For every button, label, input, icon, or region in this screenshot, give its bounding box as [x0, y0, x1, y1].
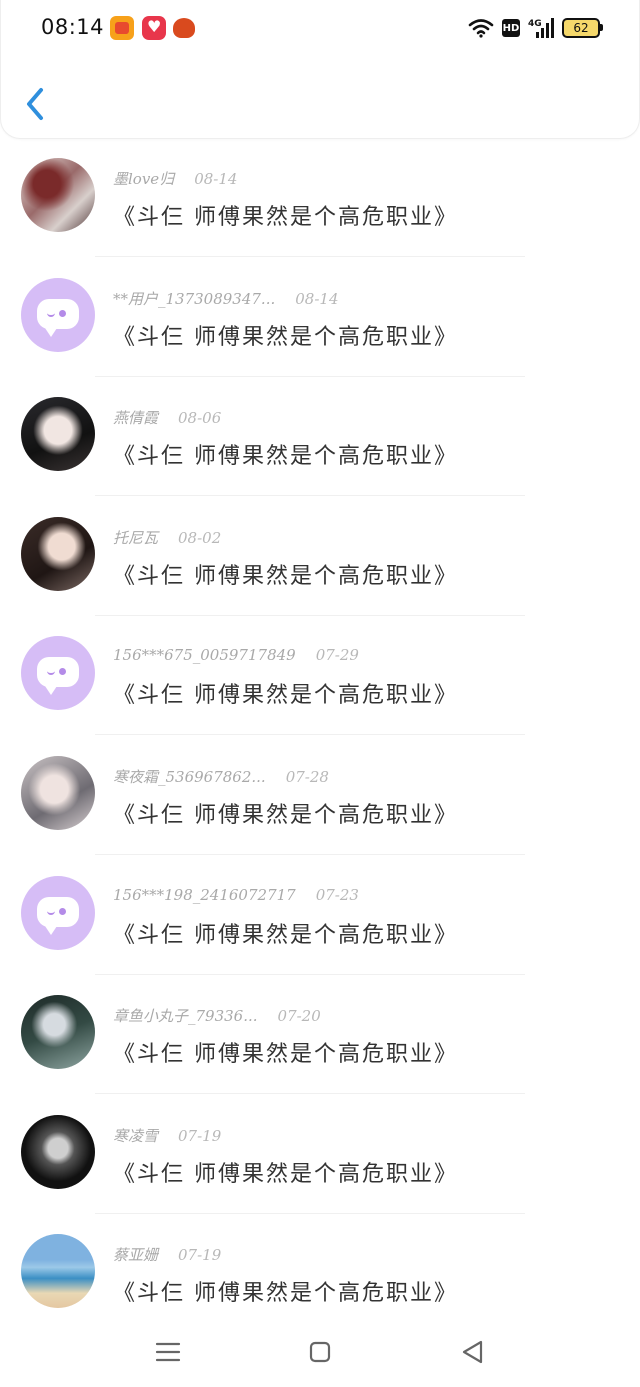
username: 156***675_0059717849	[113, 646, 296, 665]
list-item[interactable]: 托尼瓦 08-02 《斗仨 师傅果然是个高危职业》	[0, 500, 640, 620]
chevron-left-icon	[27, 88, 43, 120]
avatar[interactable]	[21, 1114, 95, 1189]
default-avatar-icon	[37, 657, 79, 696]
avatar[interactable]	[21, 875, 95, 950]
triangle-back-icon	[462, 1340, 483, 1364]
comment-date: 08-06	[178, 409, 222, 428]
default-avatar-mouth	[47, 311, 55, 317]
username: 托尼瓦	[113, 528, 159, 547]
comment-text: 《斗仨 师傅果然是个高危职业》	[113, 922, 458, 948]
comment-date: 07-19	[178, 1126, 222, 1145]
divider	[95, 734, 525, 736]
recent-apps-button[interactable]	[150, 1334, 186, 1370]
divider	[95, 1093, 525, 1095]
comment-text: 《斗仨 师傅果然是个高危职业》	[113, 444, 458, 470]
system-back-button[interactable]	[455, 1334, 491, 1370]
list-item[interactable]: 156***198_2416072717 07-23 《斗仨 师傅果然是个高危职业…	[0, 859, 640, 979]
status-bar: 08:14 HD 4G 62	[0, 0, 640, 56]
status-indicators: HD 4G 62	[468, 14, 603, 42]
avatar[interactable]	[21, 158, 95, 232]
comment-date: 07-20	[277, 1007, 321, 1026]
battery-icon: 62	[562, 18, 603, 38]
app-notification-icon	[110, 16, 134, 40]
comment-date: 08-14	[295, 289, 339, 308]
comment-date: 08-14	[194, 170, 238, 188]
comment-text: 《斗仨 师傅果然是个高危职业》	[113, 802, 458, 828]
comment-text: 《斗仨 师傅果然是个高危职业》	[113, 1161, 458, 1187]
signal-label: 4G	[528, 19, 542, 29]
square-icon	[309, 1341, 331, 1363]
comment-date: 08-02	[178, 528, 222, 547]
divider	[95, 375, 525, 377]
wifi-icon	[468, 19, 494, 38]
avatar[interactable]	[21, 1234, 95, 1309]
avatar[interactable]	[21, 397, 95, 472]
app-notification-icon	[142, 16, 166, 40]
avatar[interactable]	[21, 277, 95, 352]
default-avatar-mouth	[47, 909, 55, 915]
comment-text: 《斗仨 师傅果然是个高危职业》	[113, 205, 458, 230]
avatar[interactable]	[21, 995, 95, 1070]
username: 章鱼小丸子_79336...	[113, 1007, 258, 1026]
comment-text: 《斗仨 师傅果然是个高危职业》	[113, 563, 458, 589]
divider	[95, 853, 525, 855]
comment-list: 墨love归 08-14 《斗仨 师傅果然是个高危职业》 **用户_1373089…	[0, 141, 640, 1337]
home-button[interactable]	[302, 1334, 338, 1370]
menu-icon	[155, 1342, 181, 1362]
username: 蔡亚姗	[113, 1246, 159, 1265]
divider	[95, 1212, 525, 1214]
hd-badge: HD	[502, 19, 520, 37]
status-time: 08:14	[41, 15, 105, 39]
system-nav-bar	[0, 1318, 640, 1387]
list-item[interactable]: 章鱼小丸子_79336... 07-20 《斗仨 师傅果然是个高危职业》	[0, 978, 640, 1098]
list-item[interactable]: 燕倩霞 08-06 《斗仨 师傅果然是个高危职业》	[0, 380, 640, 500]
username: 寒夜霜_536967862...	[113, 767, 266, 786]
avatar[interactable]	[21, 636, 95, 711]
divider	[95, 614, 525, 616]
list-item[interactable]: 墨love归 08-14 《斗仨 师傅果然是个高危职业》	[0, 141, 640, 261]
app-notification-icon	[173, 18, 195, 38]
comment-text: 《斗仨 师傅果然是个高危职业》	[113, 1281, 458, 1307]
comment-text: 《斗仨 师傅果然是个高危职业》	[113, 324, 458, 350]
default-avatar-icon	[37, 896, 79, 935]
list-item[interactable]: 156***675_0059717849 07-29 《斗仨 师傅果然是个高危职业…	[0, 619, 640, 739]
battery-level: 62	[573, 21, 589, 35]
comment-date: 07-28	[285, 767, 329, 786]
divider	[95, 973, 525, 975]
list-item[interactable]: 寒夜霜_536967862... 07-28 《斗仨 师傅果然是个高危职业》	[0, 739, 640, 859]
comment-text: 《斗仨 师傅果然是个高危职业》	[113, 683, 458, 709]
default-avatar-icon	[37, 298, 79, 337]
divider	[95, 495, 525, 497]
username: 156***198_2416072717	[113, 885, 296, 904]
comment-date: 07-19	[178, 1246, 222, 1265]
list-item[interactable]: 寒凌雪 07-19 《斗仨 师傅果然是个高危职业》	[0, 1098, 640, 1218]
cellular-signal-icon: 4G	[528, 18, 554, 38]
username: 墨love归	[113, 170, 175, 188]
comment-date: 07-23	[315, 885, 359, 904]
avatar[interactable]	[21, 755, 95, 830]
username: **用户_1373089347...	[113, 289, 276, 308]
avatar[interactable]	[21, 516, 95, 591]
divider	[95, 256, 525, 257]
username: 寒凌雪	[113, 1126, 159, 1145]
comment-date: 07-29	[315, 646, 359, 665]
list-item[interactable]: **用户_1373089347... 08-14 《斗仨 师傅果然是个高危职业》	[0, 261, 640, 381]
back-button[interactable]	[19, 82, 53, 126]
comment-text: 《斗仨 师傅果然是个高危职业》	[113, 1042, 458, 1068]
username: 燕倩霞	[113, 409, 159, 428]
